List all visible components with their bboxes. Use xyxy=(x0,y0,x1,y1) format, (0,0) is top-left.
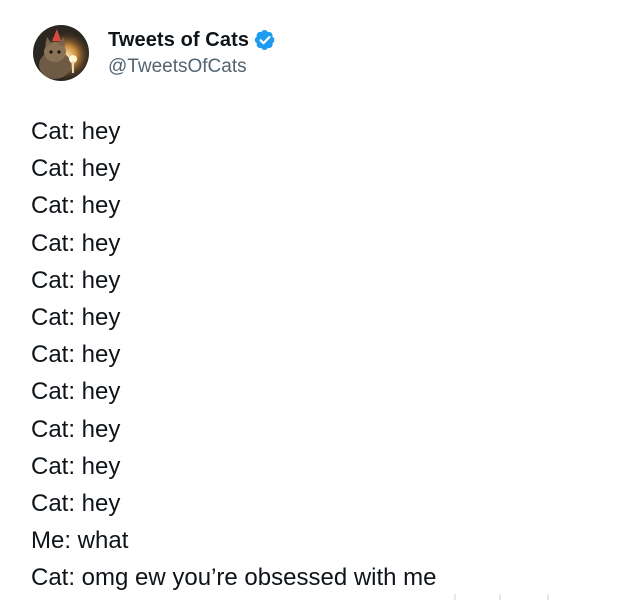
tweet-line: Cat: hey xyxy=(31,155,121,183)
cat-avatar-icon[interactable] xyxy=(33,25,89,81)
tweet-line: Cat: hey xyxy=(31,229,121,257)
tweet-line: Cat: omg ew you’re obsessed with me xyxy=(31,564,437,592)
tweet-line: Cat: hey xyxy=(31,192,121,220)
author-info: Tweets of Cats @TweetsOfCats xyxy=(108,26,276,80)
tweet-line: Cat: hey xyxy=(31,266,121,294)
tweet-line: Cat: hey xyxy=(31,378,121,406)
tweet-line: Cat: hey xyxy=(31,303,121,331)
tweet-card: Tweets of Cats @TweetsOfCats Cat: hey Cat… xyxy=(0,0,624,600)
tweet-line: Cat: hey xyxy=(31,415,121,443)
author-handle[interactable]: @TweetsOfCats xyxy=(108,54,276,80)
author-display-name[interactable]: Tweets of Cats xyxy=(108,29,249,52)
tweet-line: Cat: hey xyxy=(31,341,121,369)
tweet-line: Cat: hey xyxy=(31,118,121,145)
author-name-row: Tweets of Cats xyxy=(108,26,276,54)
verified-badge-icon xyxy=(254,30,275,50)
tweet-text: Cat: hey Cat: hey Cat: hey Cat: hey Cat: hey… xyxy=(31,113,611,596)
tweet-header: Tweets of Cats @TweetsOfCats xyxy=(33,25,276,81)
tweet-line: Me: what xyxy=(31,527,129,555)
tweet-line: Cat: hey xyxy=(31,452,121,480)
tweet-line: Cat: hey xyxy=(31,489,121,517)
